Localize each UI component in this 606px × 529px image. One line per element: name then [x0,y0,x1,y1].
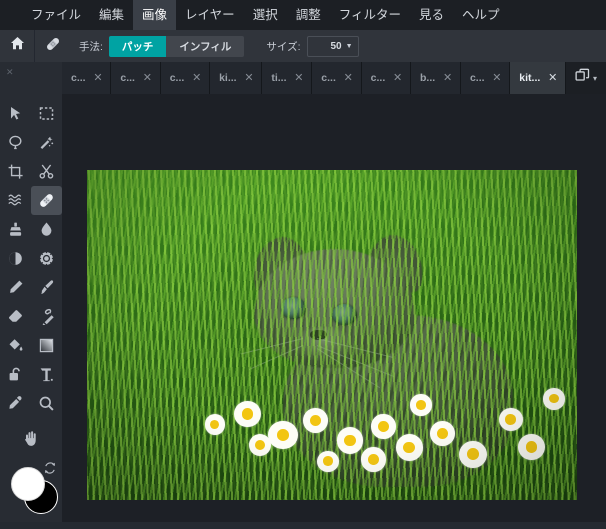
tab-close-button[interactable]: ✕ [492,72,503,84]
menu-item-3[interactable]: レイヤー [176,0,244,30]
smudge-tool[interactable] [31,302,62,331]
tab-close-button[interactable]: ✕ [244,72,255,84]
active-tool-indicator [37,30,69,62]
liquify-tool[interactable] [0,186,31,215]
document-tab[interactable]: ti... ✕ [262,62,313,94]
document-tab[interactable]: c... ✕ [312,62,362,94]
canvas-area[interactable] [62,94,606,522]
tab-close-button[interactable]: ✕ [343,72,354,84]
cut-tool[interactable] [31,157,62,186]
tab-label: c... [169,72,185,84]
color-swatches [0,459,62,529]
paint-bucket-tool[interactable] [0,331,31,360]
document-tab[interactable]: c... ✕ [62,62,112,94]
swap-colors-button[interactable] [43,461,57,480]
blur-tool[interactable] [31,215,62,244]
menu-item-0[interactable]: ファイル [22,0,90,30]
zoom-tool[interactable] [31,389,62,418]
document-tab[interactable]: c... ✕ [361,62,411,94]
home-icon [9,35,26,57]
window-arrange-caret: ▾ [592,73,597,83]
menu-item-4[interactable]: 選択 [244,0,287,30]
menu-item-8[interactable]: ヘルプ [453,0,509,30]
image-editor-window: ファイル 編集 画像 レイヤー 選択 調整 フィルター 見る ヘルプ 手法: パ… [0,0,606,522]
menu-bar: ファイル 編集 画像 レイヤー 選択 調整 フィルター 見る ヘルプ [0,0,606,30]
scroll-left-icon[interactable]: ✕ [6,67,14,78]
tool-options-bar: 手法: パッチ インフィル サイズ: 50 ▼ [0,30,606,62]
document-tab[interactable]: ki... ✕ [210,62,263,94]
text-tool[interactable] [31,360,62,389]
color-picker-tool[interactable] [0,389,31,418]
magic-wand-tool[interactable] [31,128,62,157]
size-stepper[interactable]: 50 ▼ [306,35,359,57]
pan-tool-row [0,424,62,453]
menu-item-2[interactable]: 画像 [133,0,177,30]
tab-label: ti... [271,72,287,84]
tab-close-button[interactable]: ✕ [547,72,558,84]
eraser-tool[interactable] [0,302,31,331]
tab-bar-gutter: ✕ [0,62,62,94]
tab-label: c... [469,72,485,84]
tab-close-button[interactable]: ✕ [392,72,403,84]
sharpen-tool[interactable] [31,244,62,273]
tab-list: c... ✕ c... ✕ c... ✕ ki... ✕ ti... ✕ c... ✕ c... ✕ b..… [62,62,566,94]
menu-item-7[interactable]: 見る [410,0,453,30]
tab-label: c... [321,72,336,84]
pencil-tool[interactable] [0,273,31,302]
method-option-0[interactable]: パッチ [108,35,167,57]
document-tab-bar: ✕ c... ✕ c... ✕ c... ✕ ki... ✕ ti... ✕ c... ✕ c... ✕ b… [0,62,606,94]
tab-label: b... [420,72,436,84]
marquee-select-tool[interactable] [31,99,62,128]
menu-item-6[interactable]: フィルター [330,0,410,30]
method-label: 手法: [79,40,103,53]
photo-vignette [87,170,577,500]
tab-close-button[interactable]: ✕ [442,72,453,84]
dodge-burn-tool[interactable] [0,244,31,273]
home-button[interactable] [0,30,34,62]
document-tab[interactable]: c... ✕ [111,62,161,94]
clone-stamp-tool[interactable] [0,215,31,244]
options-divider [34,30,35,62]
tab-label: c... [370,72,386,84]
lasso-tool[interactable] [0,128,31,157]
tab-label: kit... [519,72,541,84]
paintbrush-tool[interactable] [31,273,62,302]
heal-tool[interactable] [31,186,62,215]
tool-grid [0,99,62,418]
tab-close-button[interactable]: ✕ [294,72,305,84]
document-tab[interactable]: c... ✕ [460,62,511,94]
document-tab[interactable]: c... ✕ [160,62,211,94]
document-image[interactable] [87,170,577,500]
tab-label: ki... [219,72,237,84]
document-tab[interactable]: kit... ✕ [510,62,566,94]
tab-label: c... [120,72,135,84]
tab-close-button[interactable]: ✕ [142,72,153,84]
gradient-tool[interactable] [31,331,62,360]
method-segmented-control: パッチ インフィル [108,35,245,57]
bandage-icon [44,35,62,58]
swap-arrows-icon [45,462,55,474]
move-tool[interactable] [0,99,31,128]
crop-tool[interactable] [0,157,31,186]
method-option-1[interactable]: インフィル [166,35,245,57]
windows-stack-icon [575,68,590,88]
tab-close-button[interactable]: ✕ [191,72,202,84]
pan-tool[interactable] [16,424,47,453]
tab-label: c... [71,72,86,84]
foreground-color-swatch[interactable] [11,467,45,501]
size-label: サイズ: [266,40,301,53]
tools-panel [0,94,62,522]
chevron-down-icon: ▼ [345,42,353,50]
hand-icon [24,431,36,446]
menu-item-1[interactable]: 編集 [90,0,133,30]
menu-item-5[interactable]: 調整 [287,0,330,30]
document-tab[interactable]: b... ✕ [411,62,461,94]
tab-close-button[interactable]: ✕ [93,72,104,84]
size-value: 50 [330,40,342,52]
shape-tool[interactable] [0,360,31,389]
window-arrange-control[interactable]: ▾ [566,62,606,94]
